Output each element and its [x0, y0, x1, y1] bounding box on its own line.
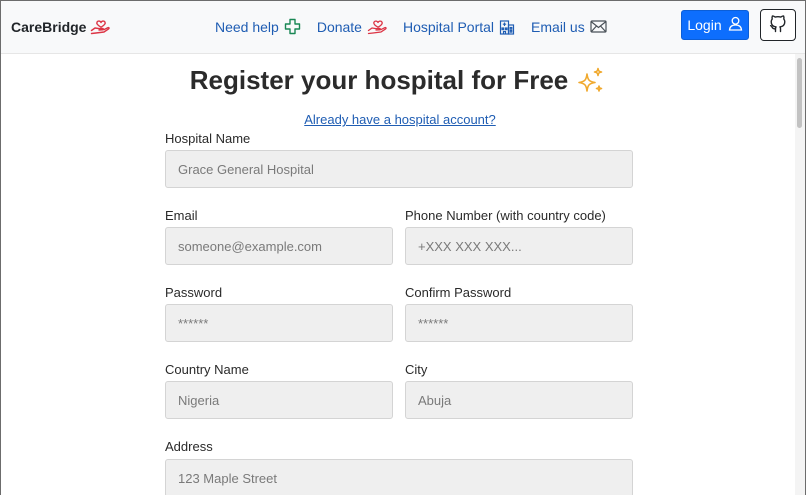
phone-input[interactable]: +XXX XXX XXX... — [405, 227, 633, 265]
github-button[interactable] — [760, 9, 796, 41]
github-icon — [768, 13, 788, 38]
country-label: Country Name — [165, 362, 249, 377]
address-label: Address — [165, 439, 213, 454]
city-input[interactable]: Abuja — [405, 381, 633, 419]
user-icon — [728, 16, 743, 34]
nav-link-email-us[interactable]: Email us — [531, 19, 607, 35]
nav-links: Need help Donate Hospital Portal Email u… — [215, 18, 623, 35]
password-label: Password — [165, 285, 223, 300]
nav-link-label: Need help — [215, 18, 279, 35]
hospital-name-label: Hospital Name — [165, 131, 251, 146]
address-input[interactable]: 123 Maple Street — [165, 459, 633, 495]
nav-link-need-help[interactable]: Need help — [215, 18, 301, 35]
nav-link-hospital-portal[interactable]: Hospital Portal — [403, 18, 515, 35]
already-have-account-link[interactable]: Already have a hospital account? — [1, 112, 799, 127]
confirm-password-input[interactable]: ****** — [405, 304, 633, 342]
brand-logo[interactable]: CareBridge — [11, 19, 111, 35]
hospital-building-icon — [499, 18, 515, 35]
heart-hand-icon — [90, 19, 111, 35]
page-title-text: Register your hospital for Free — [189, 65, 569, 95]
donate-hand-icon — [367, 19, 387, 35]
nav-link-label: Hospital Portal — [402, 18, 495, 35]
page-title: Register your hospital for Free — [1, 65, 795, 96]
email-input[interactable]: someone@example.com — [165, 227, 393, 265]
phone-label: Phone Number (with country code) — [405, 208, 606, 223]
nav-link-label: Email us — [531, 18, 585, 35]
password-input[interactable]: ****** — [165, 304, 393, 342]
medical-cross-icon — [284, 18, 301, 35]
confirm-password-label: Confirm Password — [405, 285, 512, 300]
city-label: City — [405, 362, 428, 377]
top-navbar: CareBridge Need help Donate Hospital Por… — [1, 1, 805, 54]
nav-link-label: Donate — [316, 18, 362, 35]
country-input[interactable]: Nigeria — [165, 381, 393, 419]
hospital-name-input[interactable]: Grace General Hospital — [165, 150, 633, 188]
login-label: Login — [687, 17, 722, 33]
email-label: Email — [165, 208, 198, 223]
browser-frame: CareBridge Need help Donate Hospital Por… — [0, 0, 806, 495]
brand-name: CareBridge — [11, 19, 87, 35]
envelope-icon — [590, 20, 607, 33]
sparkles-icon — [576, 66, 606, 96]
nav-link-donate[interactable]: Donate — [317, 19, 387, 35]
login-button[interactable]: Login — [681, 10, 749, 40]
